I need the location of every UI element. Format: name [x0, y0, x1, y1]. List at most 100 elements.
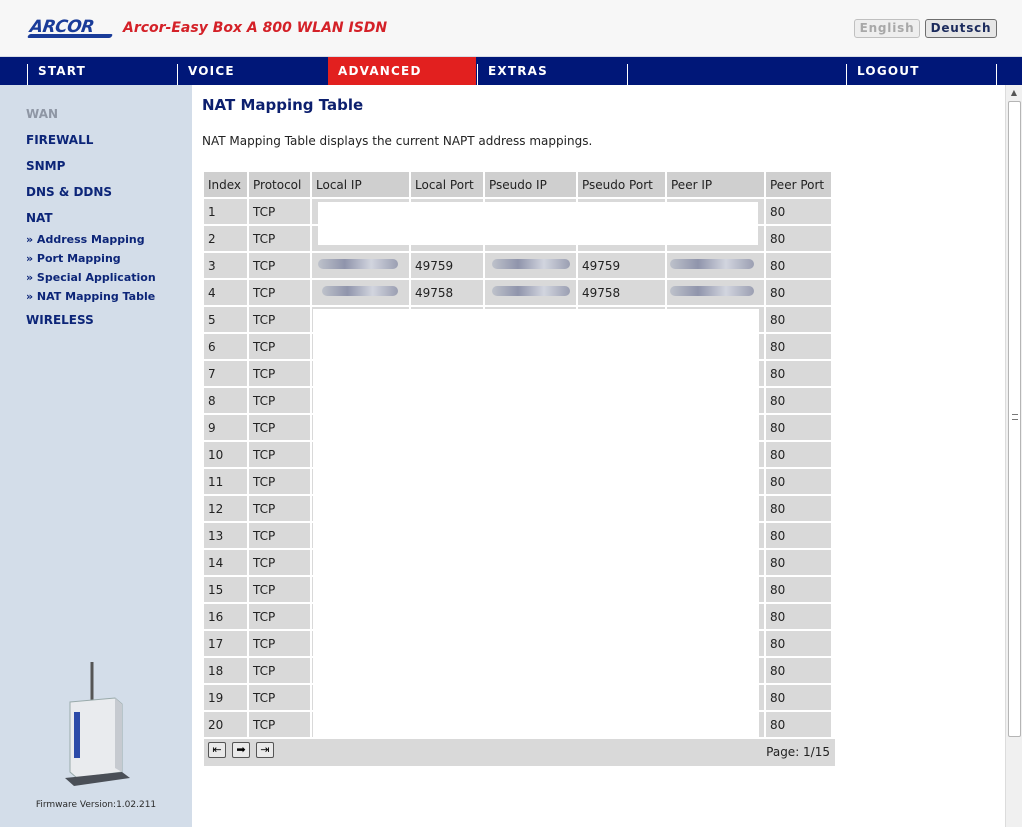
cell-index: 6	[204, 334, 247, 359]
cell-protocol: TCP	[249, 307, 310, 332]
sidebar-item-wan[interactable]: WAN	[26, 107, 58, 121]
cell-index: 13	[204, 523, 247, 548]
scroll-grip-icon	[1012, 414, 1018, 420]
blurred-ip	[670, 259, 754, 269]
nav-advanced[interactable]: ADVANCED	[328, 57, 476, 85]
last-page-icon[interactable]: ⇥	[256, 742, 274, 758]
language-english-button[interactable]: English	[854, 19, 920, 38]
sidebar-subitem-port-mapping[interactable]: » Port Mapping	[26, 252, 121, 265]
cell-protocol: TCP	[249, 388, 310, 413]
product-name: Arcor-Easy Box A 800 WLAN ISDN	[123, 20, 388, 36]
cell-index: 11	[204, 469, 247, 494]
cell-pseudo-port: 49759	[578, 253, 665, 278]
cell-index: 12	[204, 496, 247, 521]
scroll-up-icon[interactable]: ▲	[1006, 85, 1022, 101]
cell-peer-port: 80	[766, 361, 831, 386]
first-page-icon[interactable]: ⇤	[208, 742, 226, 758]
cell-peer-port: 80	[766, 577, 831, 602]
blurred-ip	[492, 259, 570, 269]
sidebar-item-firewall[interactable]: FIREWALL	[26, 133, 93, 147]
col-header-protocol: Protocol	[249, 172, 310, 197]
vertical-scrollbar[interactable]: ▲	[1005, 85, 1022, 827]
redaction-overlay	[313, 309, 759, 744]
cell-peer-port: 80	[766, 496, 831, 521]
header: ARCOR Arcor-Easy Box A 800 WLAN ISDN Eng…	[0, 0, 1022, 57]
cell-index: 17	[204, 631, 247, 656]
page-indicator: Page: 1/15	[766, 745, 830, 759]
cell-protocol: TCP	[249, 712, 310, 737]
cell-protocol: TCP	[249, 685, 310, 710]
cell-protocol: TCP	[249, 334, 310, 359]
cell-peer-port: 80	[766, 415, 831, 440]
router-image	[65, 662, 130, 786]
cell-index: 2	[204, 226, 247, 251]
sidebar-subitem-address-mapping[interactable]: » Address Mapping	[26, 233, 145, 246]
cell-index: 20	[204, 712, 247, 737]
sidebar-item-wireless[interactable]: WIRELESS	[26, 313, 94, 327]
cell-peer-port: 80	[766, 307, 831, 332]
blurred-ip	[670, 286, 754, 296]
cell-index: 9	[204, 415, 247, 440]
cell-protocol: TCP	[249, 550, 310, 575]
nav-voice[interactable]: VOICE	[178, 57, 326, 85]
table-header-row: Index Protocol Local IP Local Port Pseud…	[204, 172, 831, 197]
cell-index: 19	[204, 685, 247, 710]
cell-index: 1	[204, 199, 247, 224]
sidebar-subitem-nat-mapping-table[interactable]: » NAT Mapping Table	[26, 290, 155, 303]
cell-peer-port: 80	[766, 388, 831, 413]
language-deutsch-button[interactable]: Deutsch	[925, 19, 997, 38]
cell-protocol: TCP	[249, 577, 310, 602]
cell-peer-port: 80	[766, 199, 831, 224]
cell-index: 18	[204, 658, 247, 683]
next-page-icon[interactable]: ➡	[232, 742, 250, 758]
cell-index: 15	[204, 577, 247, 602]
cell-protocol: TCP	[249, 253, 310, 278]
cell-protocol: TCP	[249, 496, 310, 521]
redaction-overlay	[318, 202, 758, 245]
sidebar-item-snmp[interactable]: SNMP	[26, 159, 65, 173]
cell-peer-port: 80	[766, 442, 831, 467]
sidebar-item-dns-ddns[interactable]: DNS & DDNS	[26, 185, 112, 199]
cell-peer-port: 80	[766, 280, 831, 305]
blurred-ip	[318, 259, 398, 269]
blurred-ip	[322, 286, 398, 296]
col-header-peer-ip: Peer IP	[667, 172, 764, 197]
firmware-version: Firmware Version:1.02.211	[35, 800, 157, 810]
logo-swoosh	[26, 34, 114, 38]
main-content: NAT Mapping Table NAT Mapping Table disp…	[192, 85, 1005, 827]
scroll-thumb[interactable]	[1008, 101, 1021, 737]
nav-logout[interactable]: LOGOUT	[847, 57, 995, 85]
cell-peer-port: 80	[766, 334, 831, 359]
sidebar-subitem-special-application[interactable]: » Special Application	[26, 271, 156, 284]
cell-peer-port: 80	[766, 253, 831, 278]
cell-peer-port: 80	[766, 685, 831, 710]
nav-separator	[996, 64, 997, 85]
sidebar-item-nat[interactable]: NAT	[26, 211, 53, 225]
col-header-pseudo-ip: Pseudo IP	[485, 172, 576, 197]
cell-protocol: TCP	[249, 361, 310, 386]
blurred-ip	[492, 286, 570, 296]
cell-protocol: TCP	[249, 226, 310, 251]
cell-protocol: TCP	[249, 523, 310, 548]
nav-start[interactable]: START	[28, 57, 176, 85]
table-pager: ⇤ ➡ ⇥ Page: 1/15	[204, 739, 835, 766]
cell-protocol: TCP	[249, 442, 310, 467]
cell-index: 3	[204, 253, 247, 278]
cell-peer-port: 80	[766, 550, 831, 575]
cell-index: 10	[204, 442, 247, 467]
cell-peer-port: 80	[766, 469, 831, 494]
page-title: NAT Mapping Table	[202, 96, 364, 114]
cell-index: 14	[204, 550, 247, 575]
cell-peer-port: 80	[766, 226, 831, 251]
col-header-peer-port: Peer Port	[766, 172, 831, 197]
cell-protocol: TCP	[249, 631, 310, 656]
page-description: NAT Mapping Table displays the current N…	[202, 134, 593, 148]
cell-protocol: TCP	[249, 469, 310, 494]
col-header-pseudo-port: Pseudo Port	[578, 172, 665, 197]
cell-protocol: TCP	[249, 658, 310, 683]
nav-extras[interactable]: EXTRAS	[478, 57, 626, 85]
cell-local-port: 49759	[411, 253, 483, 278]
cell-local-port: 49758	[411, 280, 483, 305]
cell-pseudo-port: 49758	[578, 280, 665, 305]
col-header-index: Index	[204, 172, 247, 197]
